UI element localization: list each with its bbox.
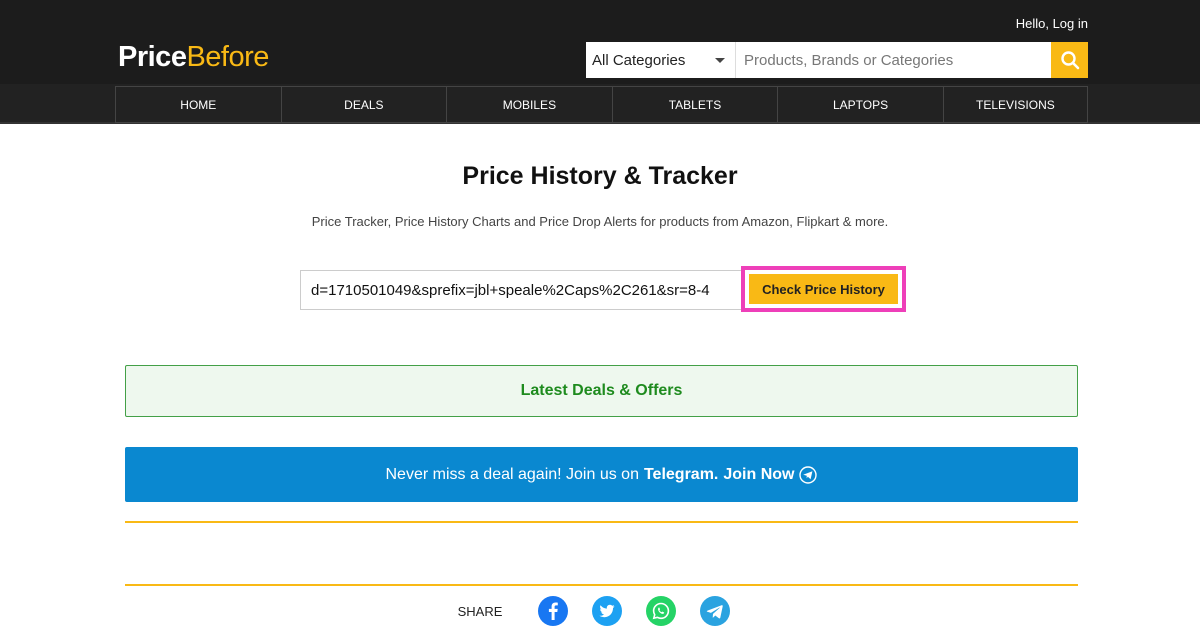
- category-select[interactable]: All Categories: [586, 42, 736, 78]
- telegram-plane-icon: [799, 465, 818, 484]
- twitter-share-button[interactable]: [592, 596, 623, 626]
- check-button-highlight: Check Price History: [741, 266, 906, 312]
- logo-before: Before: [186, 41, 269, 73]
- whatsapp-share-button[interactable]: [646, 596, 677, 626]
- page-subtitle: Price Tracker, Price History Charts and …: [311, 214, 889, 229]
- top-header: Hello, Log in PriceBefore All Categories: [0, 0, 1200, 84]
- nav-item-mobiles[interactable]: MOBILES: [447, 86, 613, 123]
- nav-item-televisions[interactable]: TELEVISIONS: [943, 86, 1088, 123]
- twitter-icon: [599, 604, 615, 618]
- product-url-input[interactable]: [300, 270, 744, 310]
- nav-list: HOME DEALS MOBILES TABLETS LAPTOPS TELEV…: [115, 86, 1088, 123]
- divider-top: [125, 521, 1078, 523]
- login-link[interactable]: Hello, Log in: [1016, 16, 1088, 31]
- telegram-share-button[interactable]: [700, 596, 731, 626]
- telegram-banner-join: Join Now: [723, 465, 795, 483]
- search-bar: All Categories: [586, 42, 1088, 78]
- check-price-history-button[interactable]: Check Price History: [749, 274, 898, 304]
- share-label: SHARE: [457, 603, 503, 619]
- search-input[interactable]: [736, 42, 1051, 78]
- telegram-banner-text: Never miss a deal again! Join us on: [385, 465, 639, 483]
- latest-deals-link[interactable]: Latest Deals & Offers: [125, 365, 1078, 417]
- share-bar: SHARE: [0, 596, 1200, 626]
- page-title: Price History & Tracker: [462, 162, 738, 190]
- whatsapp-icon: [653, 602, 670, 620]
- nav-item-deals[interactable]: DEALS: [281, 86, 448, 123]
- divider-bottom: [125, 584, 1078, 586]
- site-logo[interactable]: PriceBefore: [118, 40, 269, 74]
- telegram-icon: [707, 605, 724, 619]
- category-selected: All Categories: [592, 51, 686, 69]
- search-button[interactable]: [1051, 42, 1088, 78]
- chevron-down-icon: [715, 58, 725, 63]
- nav-item-tablets[interactable]: TABLETS: [612, 86, 779, 123]
- nav-item-laptops[interactable]: LAPTOPS: [778, 86, 944, 123]
- main-nav: HOME DEALS MOBILES TABLETS LAPTOPS TELEV…: [0, 84, 1200, 124]
- logo-price: Price: [118, 41, 187, 73]
- facebook-share-button[interactable]: [538, 596, 569, 626]
- nav-item-home[interactable]: HOME: [116, 86, 282, 123]
- search-icon: [1060, 51, 1079, 70]
- facebook-icon: [549, 602, 559, 620]
- telegram-join-banner[interactable]: Never miss a deal again! Join us on Tele…: [125, 447, 1078, 502]
- telegram-banner-strong: Telegram.: [643, 465, 719, 483]
